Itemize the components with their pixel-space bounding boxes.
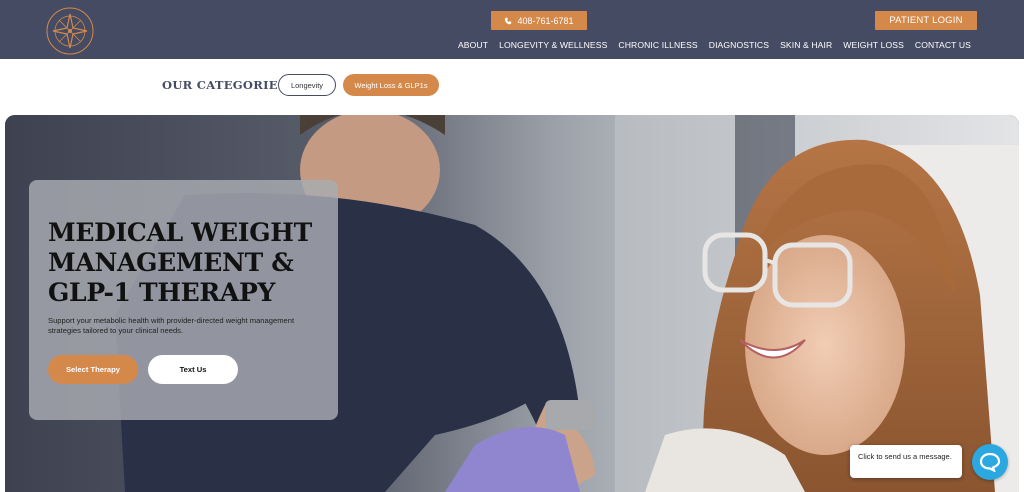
nav-item-chronic-illness[interactable]: CHRONIC ILLNESS [618,40,697,50]
phone-number: 408-761-6781 [517,15,574,26]
nav-item-longevity-wellness[interactable]: LONGEVITY & WELLNESS [499,40,607,50]
chat-prompt-bubble[interactable]: Click to send us a message. [850,445,962,478]
hero-subtitle: Support your metabolic health with provi… [48,316,295,335]
nav-item-contact-us[interactable]: CONTACT US [915,40,971,50]
nav-item-about[interactable]: ABOUT [458,40,488,50]
phone-button[interactable]: 408-761-6781 [491,11,587,30]
hero-title: MEDICAL WEIGHT MANAGEMENT & GLP-1 THERAP… [48,218,312,307]
text-us-button[interactable]: Text Us [148,355,238,384]
category-pill-weight-loss[interactable]: Weight Loss & GLP1s [343,74,439,96]
select-therapy-button[interactable]: Select Therapy [48,355,138,384]
phone-icon [505,17,512,24]
categories-label: OUR CATEGORIES: [162,78,291,92]
chat-launcher-button[interactable] [972,444,1008,480]
nav-item-weight-loss[interactable]: WEIGHT LOSS [843,40,904,50]
nav-item-diagnostics[interactable]: DIAGNOSTICS [709,40,769,50]
main-nav: ABOUT LONGEVITY & WELLNESS CHRONIC ILLNE… [458,40,971,50]
patient-login-button[interactable]: PATIENT LOGIN [875,11,977,30]
nav-item-skin-hair[interactable]: SKIN & HAIR [780,40,832,50]
category-pill-longevity[interactable]: Longevity [278,74,336,96]
compass-seal-logo[interactable] [44,6,96,56]
chat-bubble-icon [979,452,1001,472]
site-header: 408-761-6781 PATIENT LOGIN ABOUT LONGEVI… [0,0,1024,59]
